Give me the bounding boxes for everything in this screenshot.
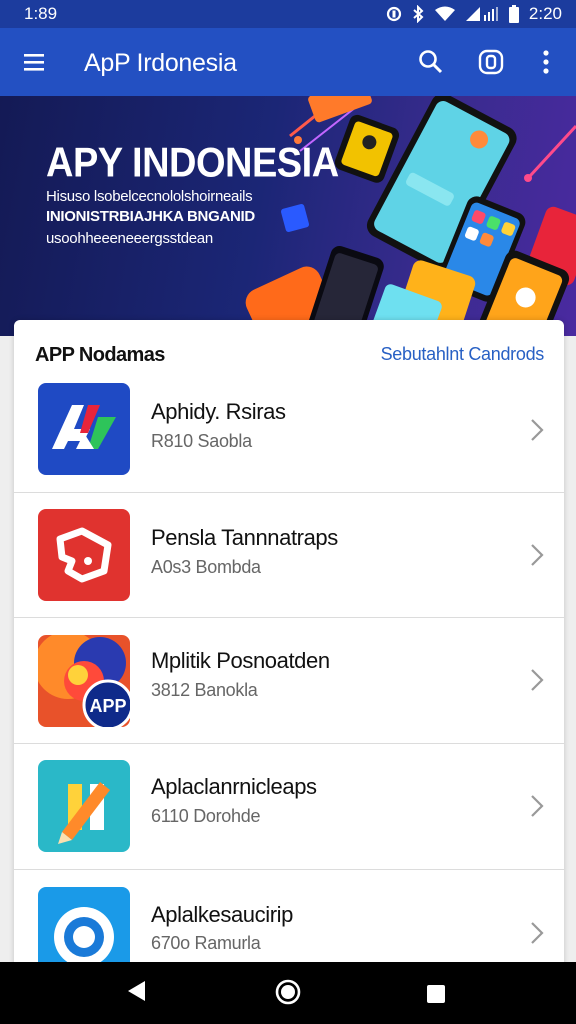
recents-icon[interactable]: [426, 984, 446, 1004]
back-icon[interactable]: [125, 979, 147, 1003]
pencil-icon: [38, 760, 130, 852]
app-name: Mplitik Posnoatden: [151, 648, 330, 673]
app-name: Pensla Tannnatraps: [151, 525, 338, 550]
app-list-item[interactable]: Aplaclanrnicleaps 6110 Dorohde: [14, 743, 564, 869]
app-meta: 3812 Banokla: [151, 680, 258, 700]
menu-icon: [24, 54, 44, 71]
app-bar: ApP Irdonesia: [0, 28, 576, 96]
app-list-item[interactable]: Aphidy. Rsiras R810 Saobla: [14, 380, 564, 506]
hero-subtitle-line-2: INIONISTRBIAJHKA BNGANID: [46, 208, 255, 225]
chevron-right-icon: [531, 922, 544, 944]
signal-icon: [465, 7, 498, 21]
battery-icon: [508, 5, 519, 23]
sync-icon: [386, 6, 402, 22]
hero-subtitle-line-1: Hisuso lsobelcecnololshoirneails: [46, 188, 253, 205]
status-icons: 2:20: [386, 4, 562, 24]
app-list-card: APP Nodamas Sebutahlnt Candrods Aphidy. …: [14, 320, 564, 980]
app-meta: A0s3 Bombda: [151, 557, 261, 577]
app-list-item[interactable]: APP Mplitik Posnoatden 3812 Banokla: [14, 617, 564, 743]
chevron-right-icon: [531, 544, 544, 566]
chevron-right-icon: [531, 419, 544, 441]
app-name: Aphidy. Rsiras: [151, 399, 286, 424]
see-all-link[interactable]: Sebutahlnt Candrods: [381, 344, 545, 365]
store-icon: [478, 49, 504, 75]
search-icon: [419, 50, 443, 74]
chevron-right-icon: [531, 795, 544, 817]
card-header: APP Nodamas Sebutahlnt Candrods: [14, 320, 564, 380]
app-title: ApP Irdonesia: [84, 49, 237, 77]
app-meta: R810 Saobla: [151, 431, 252, 451]
status-time-right: 2:20: [528, 4, 562, 23]
app-meta: 6110 Dorohde: [151, 806, 261, 826]
navigation-bar: [0, 962, 576, 1024]
home-icon[interactable]: [274, 978, 302, 1006]
status-bar: 1:89 2:20: [0, 0, 576, 28]
hero-title: APY INDONESIA: [46, 140, 339, 187]
bluetooth-icon: [413, 5, 424, 23]
hero-subtitle-line-3: usoohheeeneeergsstdean: [46, 230, 213, 247]
app-name: Aplalkesaucirip: [151, 902, 293, 927]
swirl-app-icon: APP: [38, 635, 130, 727]
svg-text:APP: APP: [89, 696, 126, 716]
app-meta: 670o Ramurla: [151, 933, 261, 953]
more-options-button[interactable]: [534, 48, 558, 76]
chevron-right-icon: [531, 669, 544, 691]
menu-button[interactable]: [22, 50, 48, 74]
wifi-icon: [434, 6, 455, 21]
search-button[interactable]: [417, 48, 445, 76]
app-list-item[interactable]: Pensla Tannnatraps A0s3 Bombda: [14, 492, 564, 618]
store-button[interactable]: [477, 48, 505, 76]
letter-a-icon: [38, 383, 130, 475]
status-time-left: 1:89: [24, 4, 58, 23]
app-name: Aplaclanrnicleaps: [151, 774, 317, 799]
hero-banner[interactable]: APY INDONESIA Hisuso lsobelcecnololshoir…: [0, 96, 576, 336]
more-vert-icon: [543, 50, 549, 74]
section-title: APP Nodamas: [35, 344, 165, 366]
red-tag-icon: [38, 509, 130, 601]
